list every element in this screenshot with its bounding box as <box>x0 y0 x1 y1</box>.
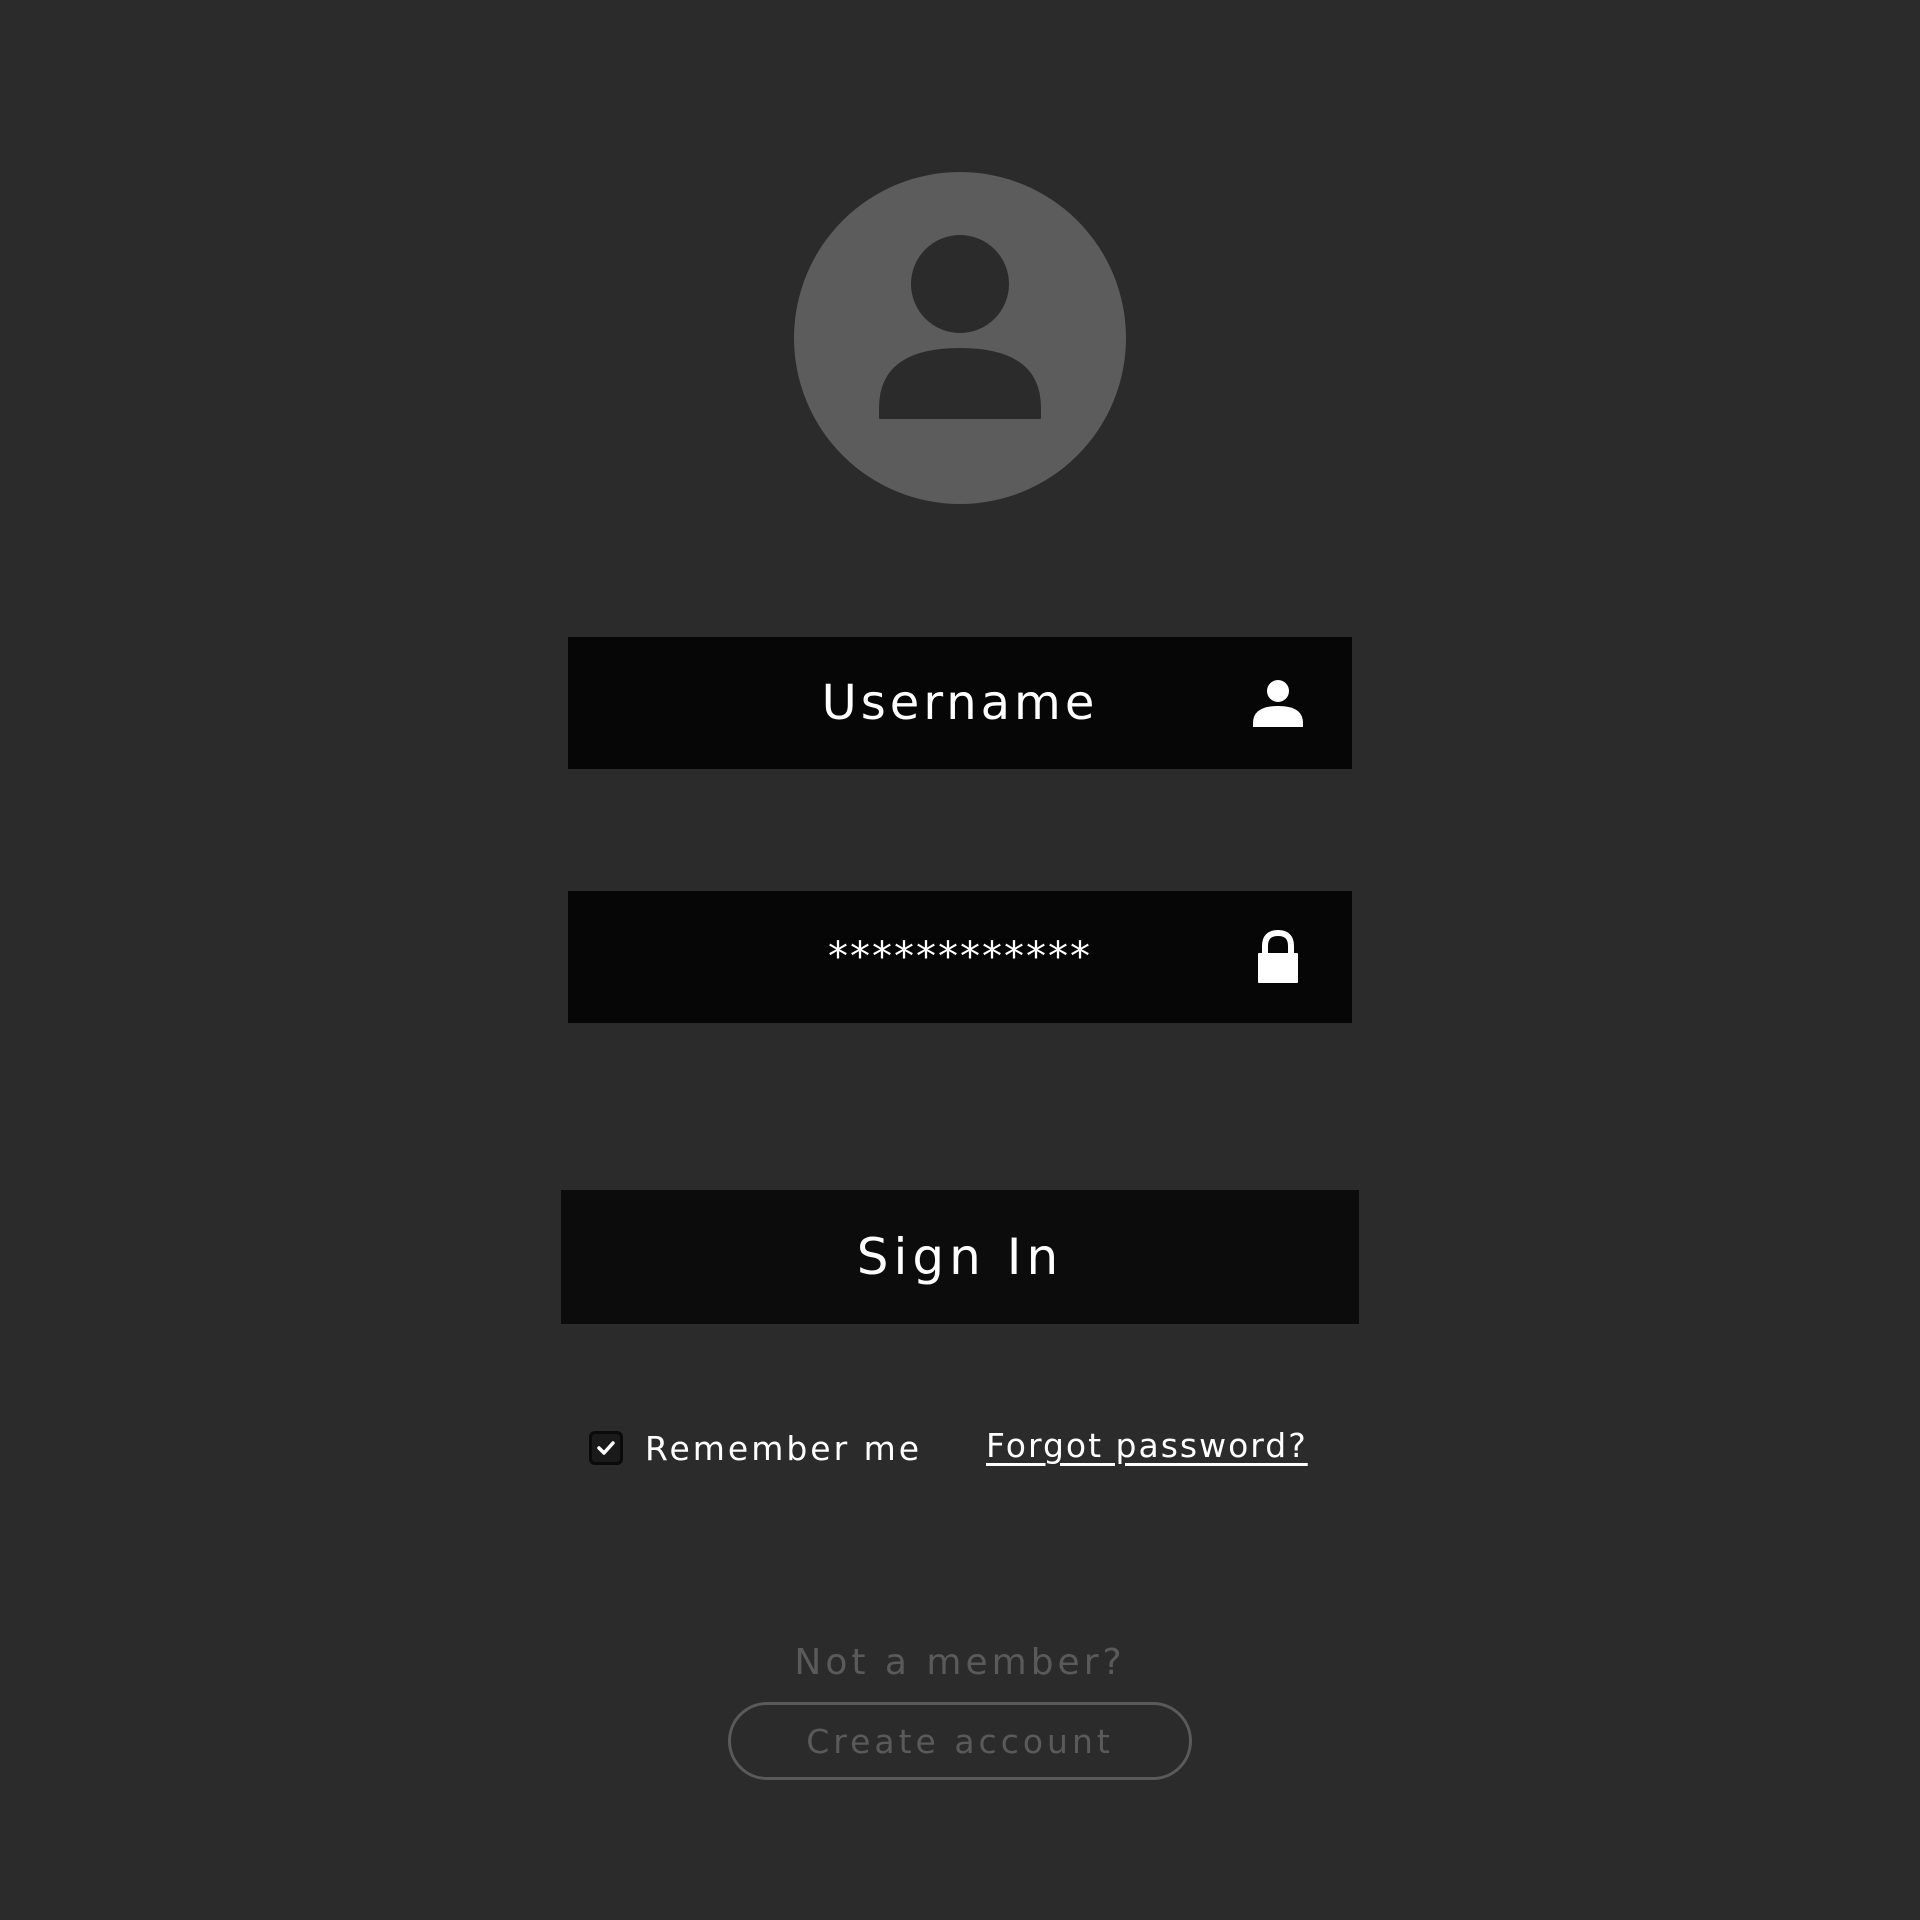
remember-me-row: Remember me <box>589 1428 922 1468</box>
checkmark-icon <box>597 1441 615 1455</box>
create-account-button[interactable]: Create account <box>728 1702 1192 1780</box>
forgot-password-link[interactable]: Forgot password? <box>986 1426 1308 1465</box>
sign-in-button[interactable]: Sign In <box>561 1190 1359 1324</box>
password-input[interactable] <box>568 891 1352 1023</box>
user-avatar-icon <box>794 172 1126 504</box>
avatar-person-icon <box>879 235 1041 419</box>
username-input[interactable] <box>568 637 1352 769</box>
lock-icon <box>1250 929 1306 985</box>
remember-me-label[interactable]: Remember me <box>645 1429 922 1468</box>
password-field <box>568 891 1352 1023</box>
remember-me-checkbox[interactable] <box>589 1431 623 1465</box>
not-a-member-text: Not a member? <box>794 1642 1126 1683</box>
login-page: Sign In Remember me Forgot password? Not… <box>0 0 1920 1920</box>
user-icon <box>1250 675 1306 731</box>
username-field <box>568 637 1352 769</box>
